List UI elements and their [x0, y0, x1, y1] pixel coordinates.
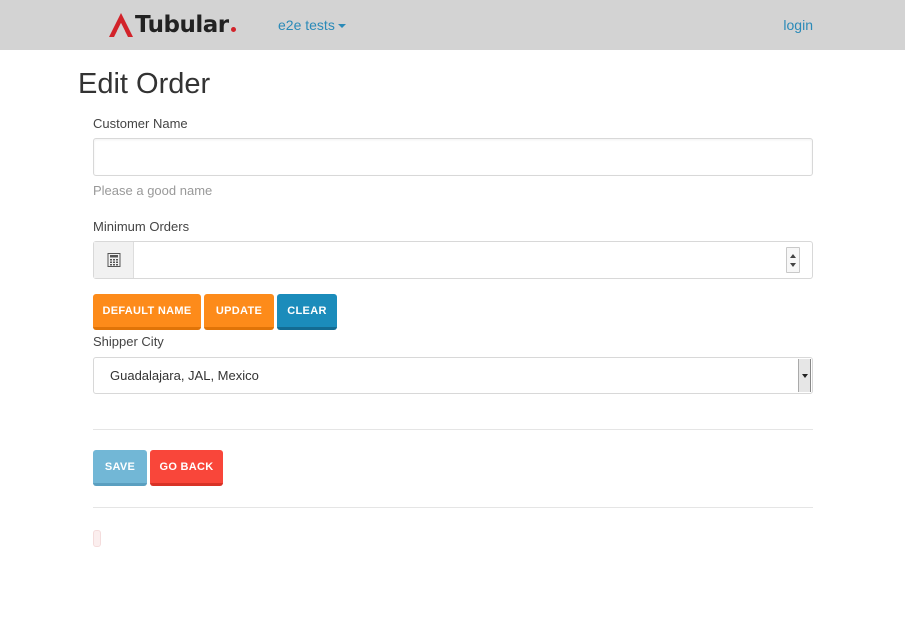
shipper-city-select[interactable]: Guadalajara, JAL, Mexico: [93, 357, 813, 394]
brand-dot: [230, 26, 236, 32]
caret-down-icon: [337, 24, 346, 28]
go-back-button[interactable]: GO BACK: [150, 450, 223, 486]
top-navbar: Tubular e2e tests login: [0, 0, 905, 50]
brand-name: Tubular: [135, 12, 229, 38]
shipper-city-selected: Guadalajara, JAL, Mexico: [110, 368, 259, 383]
nav-dropdown-label: e2e tests: [278, 17, 335, 33]
customer-name-input[interactable]: [93, 138, 813, 176]
default-name-button[interactable]: DEFAULT NAME: [93, 294, 201, 330]
update-button[interactable]: UPDATE: [204, 294, 274, 330]
login-link[interactable]: login: [783, 17, 813, 33]
customer-name-help: Please a good name: [93, 183, 213, 198]
select-arrow[interactable]: [798, 359, 811, 392]
shipper-city-label: Shipper City: [93, 334, 164, 349]
alert-box: [93, 530, 101, 547]
minimum-orders-label: Minimum Orders: [93, 219, 190, 234]
tubular-logo-icon: [109, 13, 133, 37]
customer-name-label: Customer Name: [93, 116, 188, 131]
divider: [93, 507, 813, 508]
calculator-addon: [94, 242, 134, 278]
page-title: Edit Order: [78, 68, 211, 100]
clear-button[interactable]: CLEAR: [277, 294, 337, 330]
minimum-orders-group: [93, 241, 813, 279]
spinner-up-icon[interactable]: [790, 254, 796, 258]
brand-logo[interactable]: Tubular: [108, 11, 236, 39]
calculator-icon: [107, 253, 120, 267]
nav-dropdown-e2e-tests[interactable]: e2e tests: [278, 17, 346, 33]
number-spinner[interactable]: [786, 247, 800, 273]
save-button[interactable]: SAVE: [93, 450, 147, 486]
spinner-down-icon[interactable]: [790, 263, 796, 267]
divider: [93, 429, 813, 430]
minimum-orders-input[interactable]: [134, 242, 812, 278]
chevron-down-icon: [802, 374, 808, 378]
